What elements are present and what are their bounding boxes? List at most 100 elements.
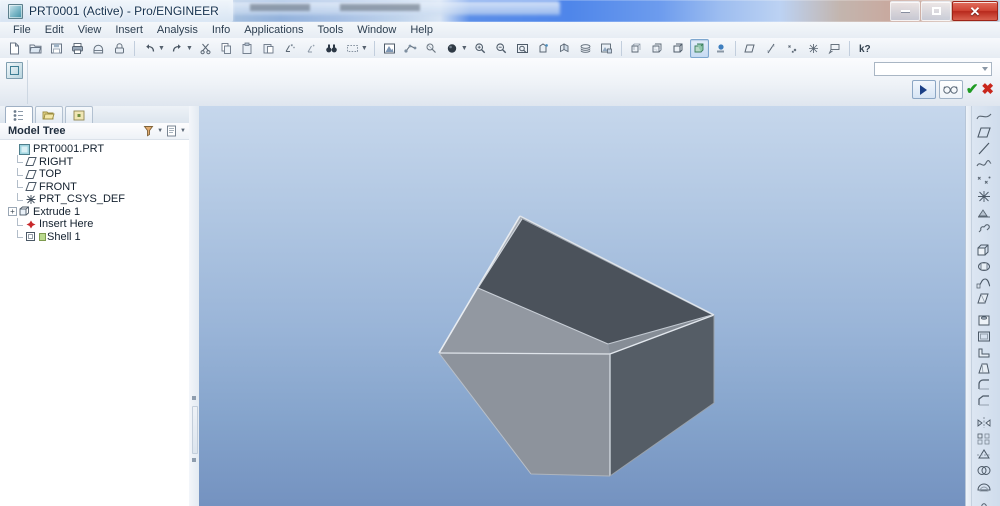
tree-item-front-plane[interactable]: FRONT (0, 180, 189, 194)
model-tree-tab[interactable] (5, 106, 33, 123)
round-tool-icon[interactable] (972, 377, 996, 392)
datum-plane-icon[interactable] (972, 125, 996, 140)
sweep-tool-icon[interactable] (972, 275, 996, 290)
mirror-tool-icon[interactable] (972, 415, 996, 430)
graphics-window[interactable] (199, 106, 965, 506)
blend-tool-icon[interactable] (972, 291, 996, 306)
minimize-button[interactable] (890, 1, 920, 21)
send-mail-icon[interactable] (89, 39, 108, 58)
menu-applications[interactable]: Applications (237, 23, 310, 38)
shaded-sphere-icon[interactable] (443, 39, 462, 58)
copy-icon[interactable] (217, 39, 236, 58)
favorites-tab[interactable] (65, 106, 93, 123)
menu-tools[interactable]: Tools (311, 23, 351, 38)
context-help-icon[interactable]: k? (855, 39, 874, 58)
chamfer-tool-icon[interactable] (972, 393, 996, 408)
datum-point-icon[interactable] (972, 173, 996, 188)
tree-item-part[interactable]: PRT0001.PRT (0, 143, 189, 156)
pattern-tool-icon[interactable] (972, 431, 996, 446)
splitter-grip[interactable] (192, 406, 198, 454)
regenerate-manual-icon[interactable] (301, 39, 320, 58)
tree-item-right-plane[interactable]: RIGHT (0, 155, 189, 169)
maximize-button[interactable] (921, 1, 951, 21)
tree-item-extrude[interactable]: + Extrude 1 (0, 206, 189, 219)
tree-expander-plus[interactable]: + (8, 207, 17, 217)
hole-tool-icon[interactable] (972, 313, 996, 328)
layer-icon[interactable] (576, 39, 595, 58)
save-icon[interactable] (47, 39, 66, 58)
shading-icon[interactable] (689, 38, 709, 58)
print-icon[interactable] (68, 39, 87, 58)
preview-button[interactable] (938, 80, 963, 99)
settings-dropdown-arrow[interactable]: ▼ (180, 128, 186, 134)
tree-item-csys[interactable]: PRT_CSYS_DEF (0, 192, 189, 206)
reorient-icon[interactable] (555, 39, 574, 58)
repaint-icon[interactable] (380, 39, 399, 58)
folder-browser-tab[interactable] (35, 106, 63, 123)
analysis-feature-icon[interactable] (972, 205, 996, 220)
merge-tool-icon[interactable] (972, 463, 996, 478)
menu-insert[interactable]: Insert (108, 23, 150, 38)
tree-item-insert-here[interactable]: Insert Here (0, 217, 189, 231)
filter-dropdown-arrow[interactable]: ▼ (157, 128, 163, 134)
hidden-line-icon[interactable] (648, 39, 667, 58)
coordinate-system-icon[interactable] (972, 189, 996, 204)
spin-center-icon[interactable] (401, 39, 420, 58)
saved-view-icon[interactable] (534, 39, 553, 58)
datum-axis-display-icon[interactable] (762, 39, 781, 58)
extrude-tool-icon[interactable] (972, 243, 996, 258)
rib-tool-icon[interactable] (972, 345, 996, 360)
orientation-dropdown-arrow[interactable]: ▼ (461, 45, 468, 52)
annotation-display-icon[interactable] (825, 39, 844, 58)
open-folder-icon[interactable] (26, 39, 45, 58)
undo-dropdown-arrow[interactable]: ▼ (158, 45, 165, 52)
datum-plane-display-icon[interactable] (741, 39, 760, 58)
menu-analysis[interactable]: Analysis (150, 23, 205, 38)
revolve-tool-icon[interactable] (972, 259, 996, 274)
regenerate-icon[interactable] (280, 39, 299, 58)
green-check-icon[interactable]: ✔ (966, 82, 979, 97)
sketch-curve-icon[interactable] (972, 109, 996, 124)
offset-tool-icon[interactable] (972, 479, 996, 494)
tree-item-top-plane[interactable]: TOP (0, 167, 189, 181)
paste-special-icon[interactable] (259, 39, 278, 58)
menu-window[interactable]: Window (350, 23, 403, 38)
undo-icon[interactable] (140, 39, 159, 58)
redo-icon[interactable] (168, 39, 187, 58)
find-binoculars-icon[interactable] (322, 39, 341, 58)
redo-dropdown-arrow[interactable]: ▼ (186, 45, 193, 52)
graphics-scrollbar[interactable] (966, 106, 972, 506)
refit-icon[interactable] (513, 39, 532, 58)
resume-button[interactable] (911, 80, 936, 99)
datum-point-display-icon[interactable] (783, 39, 802, 58)
lock-icon[interactable] (110, 39, 129, 58)
filter-funnel-icon[interactable] (142, 125, 155, 138)
menu-file[interactable]: File (6, 23, 38, 38)
menu-help[interactable]: Help (403, 23, 440, 38)
tree-item-shell[interactable]: Shell 1 (0, 230, 189, 244)
select-box-icon[interactable] (343, 39, 362, 58)
draft-tool-icon[interactable] (972, 361, 996, 376)
menu-edit[interactable]: Edit (38, 23, 71, 38)
red-x-icon[interactable]: ✖ (981, 82, 994, 97)
view-combo[interactable] (874, 62, 992, 76)
csys-display-icon[interactable] (804, 39, 823, 58)
trim-tool-icon[interactable] (972, 447, 996, 462)
reference-chain-icon[interactable] (972, 221, 996, 236)
wireframe-icon[interactable] (627, 39, 646, 58)
cut-scissors-icon[interactable] (196, 39, 215, 58)
paste-icon[interactable] (238, 39, 257, 58)
light-source-icon[interactable] (711, 39, 730, 58)
mechanism-icon[interactable] (972, 501, 996, 506)
appearance-icon[interactable] (597, 39, 616, 58)
zoom-out-icon[interactable] (492, 39, 511, 58)
menu-info[interactable]: Info (205, 23, 237, 38)
menu-view[interactable]: View (71, 23, 109, 38)
chevron-down-icon[interactable] (982, 67, 988, 71)
shelled-box-model[interactable] (199, 106, 965, 506)
no-hidden-icon[interactable] (669, 39, 688, 58)
curve-icon[interactable] (972, 157, 996, 172)
new-file-icon[interactable] (5, 39, 24, 58)
shell-tool-icon[interactable] (972, 329, 996, 344)
datum-display-icon[interactable] (422, 39, 441, 58)
